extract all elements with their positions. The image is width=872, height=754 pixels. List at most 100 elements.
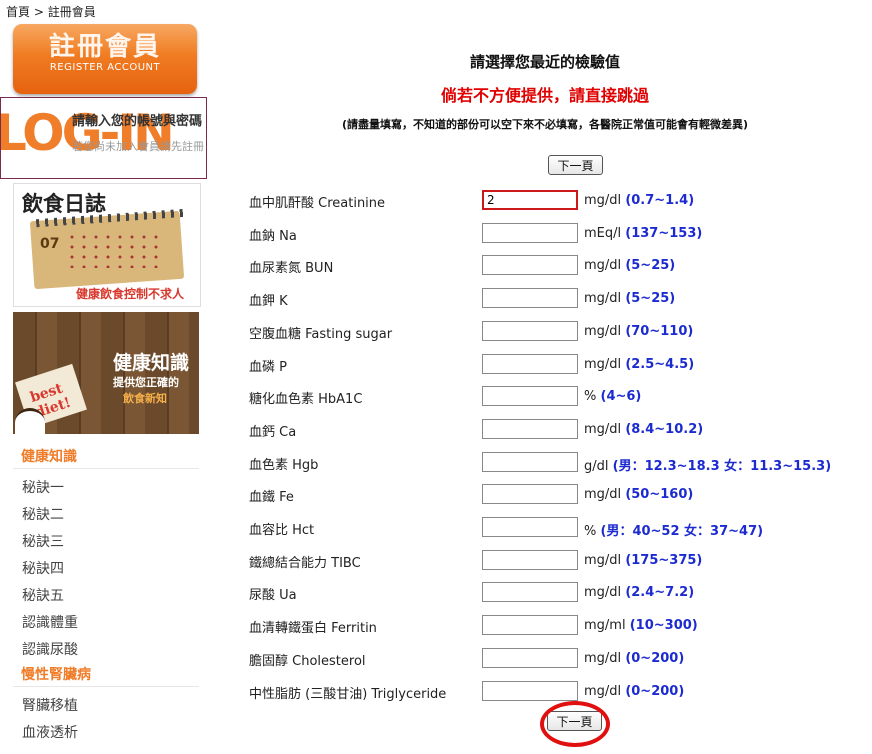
field-label: 血清轉鐵蛋白 Ferritin — [249, 621, 377, 636]
field-label: 血色素 Hgb — [249, 458, 319, 473]
field-unit-range: mg/dl (0~200) — [584, 651, 684, 666]
field-normal-range: (70~110) — [625, 324, 694, 339]
lab-value-input[interactable] — [482, 386, 578, 406]
fill-note: (請盡量填寫，不知道的部份可以空下來不必填寫，各醫院正常值可能會有輕微差異) — [341, 118, 749, 131]
field-unit-range: mEq/l (137~153) — [584, 226, 702, 241]
field-unit: mg/dl — [584, 324, 622, 339]
field-normal-range: (2.4~7.2) — [625, 585, 695, 600]
field-label: 尿酸 Ua — [249, 588, 297, 603]
field-normal-range: (10~300) — [629, 618, 698, 633]
field-label: 血磷 P — [249, 360, 287, 375]
field-label: 膽固醇 Cholesterol — [249, 654, 366, 669]
field-unit: mg/dl — [584, 422, 622, 437]
field-normal-range: (0~200) — [625, 684, 685, 699]
food-diary-banner[interactable]: 飲食日誌 07 健康飲食控制不求人 — [13, 183, 201, 307]
field-unit: mg/dl — [584, 291, 622, 306]
field-normal-range: (2.5~4.5) — [625, 357, 695, 372]
lab-value-input[interactable] — [482, 615, 578, 635]
menu-item-tip-3[interactable]: 秘訣三 — [13, 529, 199, 556]
food-diary-caption: 健康飲食控制不求人 — [76, 287, 185, 301]
field-normal-range: (0~200) — [625, 651, 685, 666]
breadcrumb-current: 註冊會員 — [47, 5, 96, 19]
page-title: 請選擇您最近的檢驗值 — [469, 53, 620, 71]
lab-value-input[interactable] — [482, 288, 578, 308]
field-label: 鐵總結合能力 TIBC — [249, 556, 361, 571]
field-normal-range: (8.4~10.2) — [625, 422, 704, 437]
field-normal-range: (0.7~1.4) — [625, 193, 695, 208]
coffee-cup-icon — [15, 408, 45, 434]
field-unit-range: mg/ml (10~300) — [584, 618, 698, 633]
field-unit: mg/dl — [584, 357, 622, 372]
register-account-banner[interactable]: 註冊會員 REGISTER ACCOUNT — [13, 24, 197, 94]
menu-item-tip-5[interactable]: 秘訣五 — [13, 583, 199, 610]
field-unit: mg/dl — [584, 684, 622, 699]
field-normal-range: (175~375) — [625, 553, 703, 568]
field-label: 血尿素氮 BUN — [249, 261, 334, 276]
field-unit: mg/dl — [584, 651, 622, 666]
lab-value-input[interactable] — [482, 582, 578, 602]
lab-value-input[interactable] — [482, 321, 578, 341]
next-page-button-top[interactable]: 下一頁 — [548, 155, 603, 175]
lab-value-input[interactable] — [482, 354, 578, 374]
field-label: 血容比 Hct — [249, 523, 315, 538]
menu-item-tip-4[interactable]: 秘訣四 — [13, 556, 199, 583]
menu-item-uric-acid[interactable]: 認識尿酸 — [13, 637, 199, 664]
skip-warning: 倘若不方便提供，請直接跳過 — [440, 86, 649, 105]
field-unit: % — [584, 389, 597, 404]
field-label: 血鈉 Na — [249, 229, 297, 244]
health-knowledge-title: 健康知識 — [113, 352, 190, 374]
lab-value-input[interactable] — [482, 255, 578, 275]
field-unit: g/dl — [584, 459, 609, 474]
field-label: 血鈣 Ca — [249, 425, 297, 440]
field-unit-range: mg/dl (0~200) — [584, 684, 684, 699]
health-knowledge-sub2: 飲食新知 — [123, 392, 167, 405]
field-unit-range: mg/dl (5~25) — [584, 258, 675, 273]
field-unit-range: mg/dl (70~110) — [584, 324, 693, 339]
lab-value-input[interactable] — [482, 484, 578, 504]
field-unit: mg/dl — [584, 553, 622, 568]
lab-value-input[interactable] — [482, 648, 578, 668]
field-normal-range: (男：12.3~18.3 女：11.3~15.3) — [612, 459, 832, 474]
field-unit-range: mg/dl (50~160) — [584, 487, 693, 502]
menu-category-ckd[interactable]: 慢性腎臟病 — [13, 664, 199, 687]
field-unit: mg/dl — [584, 487, 622, 502]
menu-item-tip-2[interactable]: 秘訣二 — [13, 502, 199, 529]
field-label: 糖化血色素 HbA1C — [249, 392, 363, 407]
lab-value-input[interactable] — [482, 190, 578, 210]
field-unit-range: % (4~6) — [584, 389, 641, 404]
breadcrumb-home-link[interactable]: 首頁 — [6, 5, 30, 19]
field-unit-range: mg/dl (2.5~4.5) — [584, 357, 694, 372]
lab-value-input[interactable] — [482, 452, 578, 472]
lab-value-input[interactable] — [482, 419, 578, 439]
menu-category-health[interactable]: 健康知識 — [13, 446, 199, 469]
lab-value-input[interactable] — [482, 681, 578, 701]
menu-item-transplant[interactable]: 腎臟移植 — [13, 693, 199, 720]
lab-value-input[interactable] — [482, 223, 578, 243]
breadcrumb-separator: > — [33, 5, 44, 19]
field-label: 血中肌酐酸 Creatinine — [249, 196, 386, 211]
lab-value-input[interactable] — [482, 517, 578, 537]
menu-item-weight[interactable]: 認識體重 — [13, 610, 199, 637]
field-unit-range: g/dl (男：12.3~18.3 女：11.3~15.3) — [584, 455, 831, 474]
next-page-button-bottom[interactable]: 下一頁 — [547, 711, 602, 731]
field-unit: % — [584, 524, 597, 539]
login-banner-line1: 請輸入您的帳號與密碼 — [72, 114, 203, 129]
lab-value-input[interactable] — [482, 550, 578, 570]
field-normal-range: (4~6) — [600, 389, 642, 404]
calendar-grid — [66, 232, 166, 268]
field-normal-range: (男：40~52 女：37~47) — [600, 524, 764, 539]
field-unit: mg/dl — [584, 585, 622, 600]
health-knowledge-banner[interactable]: best diet! 健康知識 提供您正確的 飲食新知 — [13, 312, 199, 434]
field-normal-range: (50~160) — [625, 487, 694, 502]
field-unit-range: mg/dl (2.4~7.2) — [584, 585, 694, 600]
menu-item-tip-1[interactable]: 秘訣一 — [13, 475, 199, 502]
register-banner-title: 註冊會員 — [48, 32, 161, 62]
field-label: 中性脂肪 (三酸甘油) Triglyceride — [249, 687, 447, 702]
field-unit: mg/dl — [584, 258, 622, 273]
menu-item-dialysis[interactable]: 血液透析 — [13, 720, 199, 747]
calendar-month: 07 — [40, 236, 60, 252]
field-unit: mg/ml — [584, 618, 626, 633]
login-banner[interactable]: LOG-IN 請輸入您的帳號與密碼 若您尚未加入會員請先註冊 — [0, 97, 207, 179]
field-unit: mEq/l — [584, 226, 622, 241]
breadcrumb: 首頁 > 註冊會員 — [6, 3, 96, 20]
